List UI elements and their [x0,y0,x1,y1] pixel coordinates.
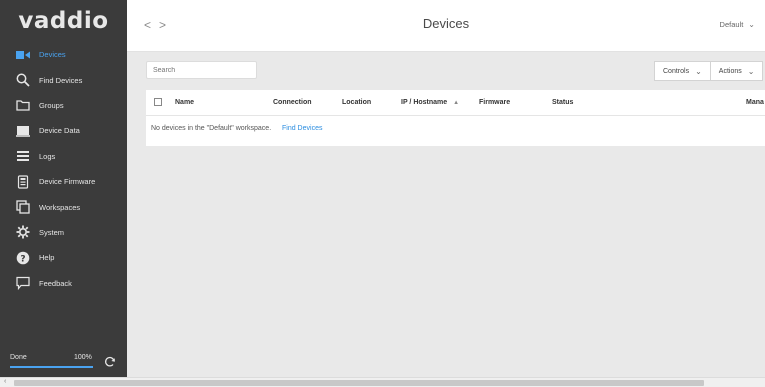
scrollbar-thumb[interactable] [14,380,704,386]
sidebar-item-workspaces[interactable]: Workspaces [0,194,127,219]
column-header-status[interactable]: Status [552,99,573,106]
sidebar-item-logs[interactable]: Logs [0,144,127,169]
column-header-connection[interactable]: Connection [273,99,312,106]
workspaces-icon [16,200,30,214]
sidebar-item-label: Groups [39,100,64,110]
search-input[interactable] [146,61,257,79]
chevron-down-icon: ⌄ [695,66,702,76]
sidebar: vaddio Devices Find Devices Groups Devic… [0,0,127,377]
progress-percent: 100% [74,354,92,361]
empty-message: No devices in the "Default" workspace. [151,125,272,132]
sidebar-item-find-devices[interactable]: Find Devices [0,67,127,92]
sidebar-item-label: Devices [39,50,66,60]
sidebar-item-label: Workspaces [39,202,81,212]
logo-text: vaddio [18,8,109,34]
svg-text:?: ? [20,254,25,264]
sidebar-item-label: System [39,227,65,237]
column-header-management[interactable]: Mana [746,99,764,106]
column-header-firmware[interactable]: Firmware [479,99,510,106]
sidebar-item-label: Device Firmware [39,177,96,187]
sidebar-item-label: Logs [39,151,56,161]
sidebar-item-device-firmware[interactable]: Device Firmware [0,169,127,194]
gear-icon [16,225,30,239]
column-header-ip-hostname[interactable]: IP / Hostname ▲ [401,99,459,106]
sidebar-item-label: Device Data [39,126,80,136]
sidebar-nav: Devices Find Devices Groups Device Data [0,42,127,296]
column-header-name[interactable]: Name [175,99,194,106]
select-all-checkbox[interactable] [154,98,162,106]
chevron-down-icon: ⌄ [748,20,755,29]
progress-bar [10,366,93,368]
actions-label: Actions [718,67,742,75]
sort-ascending-icon: ▲ [453,100,460,106]
find-devices-link[interactable]: Find Devices [282,125,322,132]
sidebar-item-feedback[interactable]: Feedback [0,271,127,296]
feedback-icon [16,276,30,291]
sidebar-item-label: Help [39,253,55,263]
search-icon [16,73,30,87]
page-title: Devices [422,16,470,31]
workspace-label: Default [719,20,744,29]
empty-state-row: No devices in the "Default" workspace. F… [146,116,765,142]
column-header-location[interactable]: Location [342,99,371,106]
chevron-down-icon: ⌄ [747,66,755,76]
toolbar-buttons: Controls ⌄ Actions ⌄ [654,61,764,81]
help-icon: ? [16,251,30,265]
sidebar-item-devices[interactable]: Devices [0,42,127,67]
sidebar-item-label: Find Devices [39,75,83,85]
status-text: Done [10,354,27,361]
device-data-icon [16,124,30,138]
scroll-left-icon[interactable]: ‹ [4,378,6,385]
top-bar: <> Devices Default ⌄ [127,0,765,52]
controls-dropdown-button[interactable]: Controls ⌄ [654,61,711,81]
folder-icon [16,98,30,112]
workspace-selector[interactable]: Default ⌄ [720,20,755,29]
controls-label: Controls [663,67,690,75]
status-footer: Done 100% [0,347,127,377]
firmware-icon [16,175,30,189]
sidebar-item-system[interactable]: System [0,220,127,245]
sidebar-item-groups[interactable]: Groups [0,93,127,118]
sidebar-item-label: Feedback [39,278,72,288]
sidebar-item-help[interactable]: ? Help [0,245,127,270]
column-header-label: IP / Hostname [401,99,448,106]
video-camera-icon [16,48,30,62]
devices-table: Name Connection Location IP / Hostname ▲ … [146,90,765,146]
table-header: Name Connection Location IP / Hostname ▲ … [146,90,765,116]
logo[interactable]: vaddio [0,0,127,42]
horizontal-scrollbar[interactable]: ‹ [0,377,765,387]
sidebar-item-device-data[interactable]: Device Data [0,118,127,143]
progress-bar-fill [10,366,93,368]
main-content: Controls ⌄ Actions ⌄ Name Connection Loc… [127,52,765,377]
app-window: vaddio Devices Find Devices Groups Devic… [0,0,765,387]
list-icon [16,149,30,163]
actions-dropdown-button[interactable]: Actions ⌄ [710,61,764,81]
refresh-icon[interactable] [104,355,116,367]
